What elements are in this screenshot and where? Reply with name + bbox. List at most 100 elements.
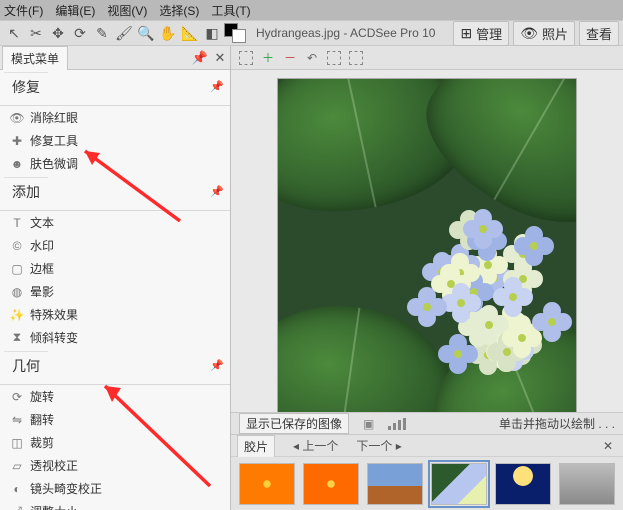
vignette-icon: ◍ [10,285,24,299]
menu-edit[interactable]: 编辑(E) [55,2,95,19]
item-label: 特殊效果 [30,306,78,323]
item-vignette[interactable]: ◍ 晕影 [0,280,230,303]
move-tool-icon[interactable]: ✥ [48,23,68,43]
pointer-tool-icon[interactable]: ↖ [4,23,24,43]
filmstrip-close-icon[interactable]: ✕ [599,439,617,453]
item-lens-distort[interactable]: ◐ 镜头畸变校正 [0,477,230,500]
item-rotate[interactable]: ⟳旋转 [0,385,230,408]
sub-selection-icon[interactable]: － [281,49,299,67]
undo-icon[interactable]: ↶ [303,49,321,67]
manage-button[interactable]: ⊞ 管理 [453,21,509,46]
skin-icon: ☻ [10,157,24,171]
perspective-icon: ▱ [10,459,24,473]
canvas-viewport[interactable] [231,70,623,412]
category-add[interactable]: 添加 📌 [0,175,230,211]
ruler-tool-icon[interactable]: 📐 [180,23,200,43]
filmstrip-tab[interactable]: 胶片 [237,435,275,457]
marquee-options-icon[interactable] [325,49,343,67]
item-perspective[interactable]: ▱ 透视校正 [0,454,230,477]
category-repair[interactable]: 修复 📌 [0,70,230,106]
pin-icon[interactable]: 📌 [210,359,224,372]
pin-icon[interactable]: 📌 [210,185,224,198]
resize-icon: ⤢ [10,504,24,510]
show-saved-button[interactable]: 显示已保存的图像 [239,413,349,434]
menu-file[interactable]: 文件(F) [4,2,43,19]
item-label: 翻转 [30,411,54,428]
item-flip[interactable]: ⇋翻转 [0,408,230,431]
item-watermark[interactable]: © 水印 [0,234,230,257]
menu-select[interactable]: 选择(S) [159,2,199,19]
item-label: 晕影 [30,283,54,300]
item-red-eye[interactable]: 👁消除红眼 [0,106,230,129]
color-swatches[interactable] [224,23,246,43]
redeye-icon: 👁 [10,111,24,125]
marquee-options2-icon[interactable] [347,49,365,67]
add-selection-icon[interactable]: ＋ [259,49,277,67]
zoom-tool-icon[interactable]: 🔍 [136,23,156,43]
item-label: 透视校正 [30,457,78,474]
item-repair-tool[interactable]: ✚修复工具 [0,129,230,152]
right-area: ＋ － ↶ 显示已保存的图像 ▣ 单击并拖动以绘制 . . . [231,46,623,510]
item-label: 倾斜转变 [30,329,78,346]
image-canvas[interactable] [277,78,577,412]
category-geometry[interactable]: 几何 📌 [0,349,230,385]
thumbnail[interactable] [367,463,423,505]
item-resize[interactable]: ⤢ 调整大小 [0,500,230,510]
thumbnail[interactable] [495,463,551,505]
panel-body: 修复 📌 👁消除红眼 ✚修复工具 ☻肤色微调 添加 📌 T文本 ©水印 ▢边框 … [0,70,230,510]
prev-button[interactable]: ◂ 上一个 [293,437,338,454]
crop-icon: ◫ [10,436,24,450]
square-icon[interactable]: ▣ [363,417,374,431]
window-title: Hydrangeas.jpg - ACDSee Pro 10 [248,26,443,40]
pencil-tool-icon[interactable]: ✎ [92,23,112,43]
thumbnail-strip[interactable] [231,457,623,510]
thumbnail-selected[interactable] [431,463,487,505]
manage-label: 管理 [476,24,502,43]
item-special-fx[interactable]: ✨特殊效果 [0,303,230,326]
photo-button[interactable]: 👁 照片 [513,21,575,46]
thumbnail[interactable] [559,463,615,505]
item-label: 水印 [30,237,54,254]
item-crop[interactable]: ◫裁剪 [0,431,230,454]
item-skin-tune[interactable]: ☻肤色微调 [0,152,230,175]
crop-tool-icon[interactable]: ✂ [26,23,46,43]
close-icon[interactable]: ✕ [210,50,230,66]
item-label: 修复工具 [30,132,78,149]
toolbar: ↖ ✂ ✥ ⟳ ✎ 🖌 🔍 ✋ 📐 ◧ Hydrangeas.jpg - ACD… [0,20,623,46]
watermark-icon: © [10,239,24,253]
border-icon: ▢ [10,262,24,276]
item-label: 边框 [30,260,54,277]
grid-icon: ⊞ [460,25,472,42]
category-geometry-label: 几何 [4,351,48,380]
panel-tabbar: 模式菜单 📌 ✕ [0,46,230,70]
next-label: 下一个 [356,439,392,453]
rotate-tool-icon[interactable]: ⟳ [70,23,90,43]
view-button[interactable]: 查看 [579,21,619,46]
marquee-icon[interactable] [237,49,255,67]
panel-tab-mode-menu[interactable]: 模式菜单 [2,46,68,70]
pin-icon[interactable]: 📌 [190,50,210,66]
item-label: 镜头畸变校正 [30,480,102,497]
menubar: 文件(F) 编辑(E) 视图(V) 选择(S) 工具(T) [0,0,623,20]
category-add-label: 添加 [4,177,48,206]
item-label: 调整大小 [30,503,78,510]
status-bar: 显示已保存的图像 ▣ 单击并拖动以绘制 . . . [231,412,623,434]
pin-icon[interactable]: 📌 [210,80,224,93]
histogram-icon[interactable] [388,418,406,430]
lens-icon: ◐ [10,482,24,496]
brush-tool-icon[interactable]: 🖌 [114,23,134,43]
thumbnail[interactable] [239,463,295,505]
item-text[interactable]: T文本 [0,211,230,234]
next-button[interactable]: 下一个 ▸ [356,437,401,454]
background-swatch[interactable] [232,29,246,43]
shape-tool-icon[interactable]: ◧ [202,23,222,43]
left-panel: 模式菜单 📌 ✕ 修复 📌 👁消除红眼 ✚修复工具 ☻肤色微调 添加 📌 T文本… [0,46,231,510]
text-icon: T [10,216,24,230]
item-tilt-shift[interactable]: ⧗倾斜转变 [0,326,230,349]
thumbnail[interactable] [303,463,359,505]
status-hint: 单击并拖动以绘制 . . . [499,415,615,432]
menu-tools[interactable]: 工具(T) [211,2,250,19]
menu-view[interactable]: 视图(V) [107,2,147,19]
item-border[interactable]: ▢ 边框 [0,257,230,280]
hand-tool-icon[interactable]: ✋ [158,23,178,43]
